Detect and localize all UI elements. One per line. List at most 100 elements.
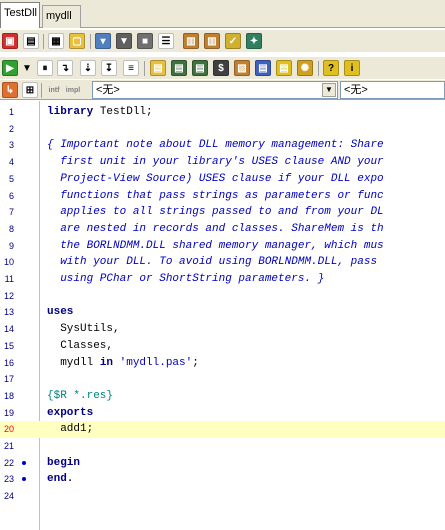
save-icon[interactable]: ▢: [69, 33, 85, 49]
module-icon[interactable]: $: [213, 60, 229, 76]
executable-line-dot-icon[interactable]: [22, 460, 26, 465]
tab-testdll[interactable]: TestDll: [0, 2, 40, 28]
new-unit-icon[interactable]: ▤: [23, 33, 39, 49]
view-form-icon[interactable]: ▥: [183, 33, 199, 49]
code-text: Classes,: [47, 338, 113, 354]
code-line[interactable]: 1 library TestDll;: [0, 104, 445, 121]
code-token: { Important note about DLL memory manage…: [47, 139, 384, 152]
code-token: SysUtils,: [47, 323, 120, 336]
code-line[interactable]: 20 add1;: [0, 421, 445, 438]
intf-icon[interactable]: intf: [46, 82, 62, 98]
class-combo-value: <无>: [96, 84, 120, 96]
structure-icon[interactable]: ▤: [192, 60, 208, 76]
dropdown-arrow-icon[interactable]: ▼: [116, 33, 132, 49]
code-line[interactable]: 14 SysUtils,: [0, 321, 445, 338]
browser-icon[interactable]: ▧: [234, 60, 250, 76]
code-line[interactable]: 16 mydll in 'mydll.pas';: [0, 355, 445, 372]
code-editor[interactable]: 1 library TestDll; 2 3 { Important note abou…: [0, 101, 445, 530]
step-over-icon[interactable]: ⇣: [80, 60, 96, 76]
trace-into-icon[interactable]: ↴: [57, 60, 73, 76]
code-token: first unit in your library's USES clause…: [47, 156, 384, 169]
evaluate-icon[interactable]: ≡: [123, 60, 139, 76]
code-line[interactable]: 3 { Important note about DLL memory manag…: [0, 137, 445, 154]
code-line[interactable]: 19 exports: [0, 405, 445, 422]
code-line[interactable]: 23 end.: [0, 471, 445, 488]
toggle-form-icon[interactable]: ■: [137, 33, 153, 49]
code-line[interactable]: 5 Project-View Source) USES clause if yo…: [0, 171, 445, 188]
code-text: SysUtils,: [47, 321, 120, 337]
code-token: functions that pass strings as parameter…: [47, 189, 384, 202]
code-token: uses: [47, 306, 74, 319]
class-explorer-icon[interactable]: ↳: [2, 82, 18, 98]
impl-icon[interactable]: impl: [65, 82, 81, 98]
line-number: 8: [8, 223, 14, 234]
run-to-cursor-icon[interactable]: ↧: [101, 60, 117, 76]
grid-icon[interactable]: ⊞: [22, 82, 38, 98]
info-icon[interactable]: i: [344, 60, 360, 76]
code-line[interactable]: 10 with your DLL. To avoid using BORLNDM…: [0, 254, 445, 271]
code-line[interactable]: 22 begin: [0, 455, 445, 472]
code-line[interactable]: 12: [0, 288, 445, 305]
toolbar-row-1: ▣ ▤ ▦ ▢ ▾ ▼ ■ ☰ ▥ ▥ ✓ ✦: [0, 30, 445, 52]
line-number: 3: [8, 140, 14, 151]
line-number: 6: [8, 190, 14, 201]
code-line[interactable]: 18 {$R *.res}: [0, 388, 445, 405]
class-combo[interactable]: <无> ▼: [92, 81, 338, 99]
code-text: uses: [47, 304, 73, 320]
check-icon[interactable]: ✓: [225, 33, 241, 49]
method-combo[interactable]: <无>: [340, 81, 445, 99]
code-line[interactable]: 6 functions that pass strings as paramet…: [0, 188, 445, 205]
code-text: { Important note about DLL memory manage…: [47, 137, 384, 153]
breakpoint-list-icon[interactable]: ▤: [255, 60, 271, 76]
code-token: mydll: [47, 356, 100, 369]
run-tool-icon[interactable]: ✦: [246, 33, 262, 49]
pause-icon[interactable]: ⏸: [37, 60, 53, 76]
palette-icon[interactable]: ▤: [276, 60, 292, 76]
code-line[interactable]: 9 the BORLNDMM.DLL shared memory manager…: [0, 238, 445, 255]
run-dropdown-icon[interactable]: ▼: [19, 60, 35, 76]
add-file-icon[interactable]: ▥: [204, 33, 220, 49]
code-line[interactable]: 13 uses: [0, 304, 445, 321]
line-number: 16: [3, 357, 14, 368]
code-line[interactable]: 4 first unit in your library's USES clau…: [0, 154, 445, 171]
line-number: 15: [3, 340, 14, 351]
settings-icon[interactable]: ✺: [297, 60, 313, 76]
code-line[interactable]: 11 using PChar or ShortString parameters…: [0, 271, 445, 288]
code-line[interactable]: 24: [0, 488, 445, 505]
code-token: library: [47, 106, 94, 118]
line-number: 13: [3, 307, 14, 318]
code-line[interactable]: 15 Classes,: [0, 338, 445, 355]
view-unit-icon[interactable]: ☰: [158, 33, 174, 49]
code-line[interactable]: 8 are nested in records and classes. Sha…: [0, 221, 445, 238]
line-number: 1: [8, 107, 14, 117]
code-text: library TestDll;: [47, 104, 153, 120]
file-tab-strip: TestDll mydll: [0, 0, 445, 28]
code-text: applies to all strings passed to and fro…: [47, 204, 384, 220]
code-text: begin: [47, 455, 80, 471]
code-text: mydll in 'mydll.pas';: [47, 355, 199, 371]
code-token: are nested in records and classes. Share…: [47, 222, 384, 235]
code-text: using PChar or ShortString parameters. }: [47, 271, 324, 287]
component-icon[interactable]: ▣: [2, 33, 18, 49]
project-manager-icon[interactable]: ▤: [150, 60, 166, 76]
code-line[interactable]: 2: [0, 121, 445, 138]
tab-mydll[interactable]: mydll: [42, 5, 81, 28]
code-line[interactable]: 17: [0, 371, 445, 388]
code-token: ;: [192, 356, 199, 369]
run-icon[interactable]: ▶: [2, 60, 18, 76]
help-icon[interactable]: ?: [323, 60, 339, 76]
open-file-icon[interactable]: ▦: [48, 33, 64, 49]
line-number: 21: [3, 441, 14, 451]
code-text: the BORLNDMM.DLL shared memory manager, …: [47, 238, 383, 254]
executable-line-dot-icon[interactable]: [22, 477, 26, 482]
code-text: are nested in records and classes. Share…: [47, 221, 384, 237]
code-token: {$R *.res}: [47, 389, 114, 402]
code-line[interactable]: 21: [0, 438, 445, 455]
open-project-icon[interactable]: ▾: [95, 33, 111, 49]
code-line[interactable]: 7 applies to all strings passed to and f…: [0, 204, 445, 221]
code-token: applies to all strings passed to and fro…: [47, 206, 384, 219]
chevron-down-icon[interactable]: ▼: [322, 83, 336, 97]
line-number: 19: [3, 407, 14, 418]
object-inspector-icon[interactable]: ▤: [171, 60, 187, 76]
